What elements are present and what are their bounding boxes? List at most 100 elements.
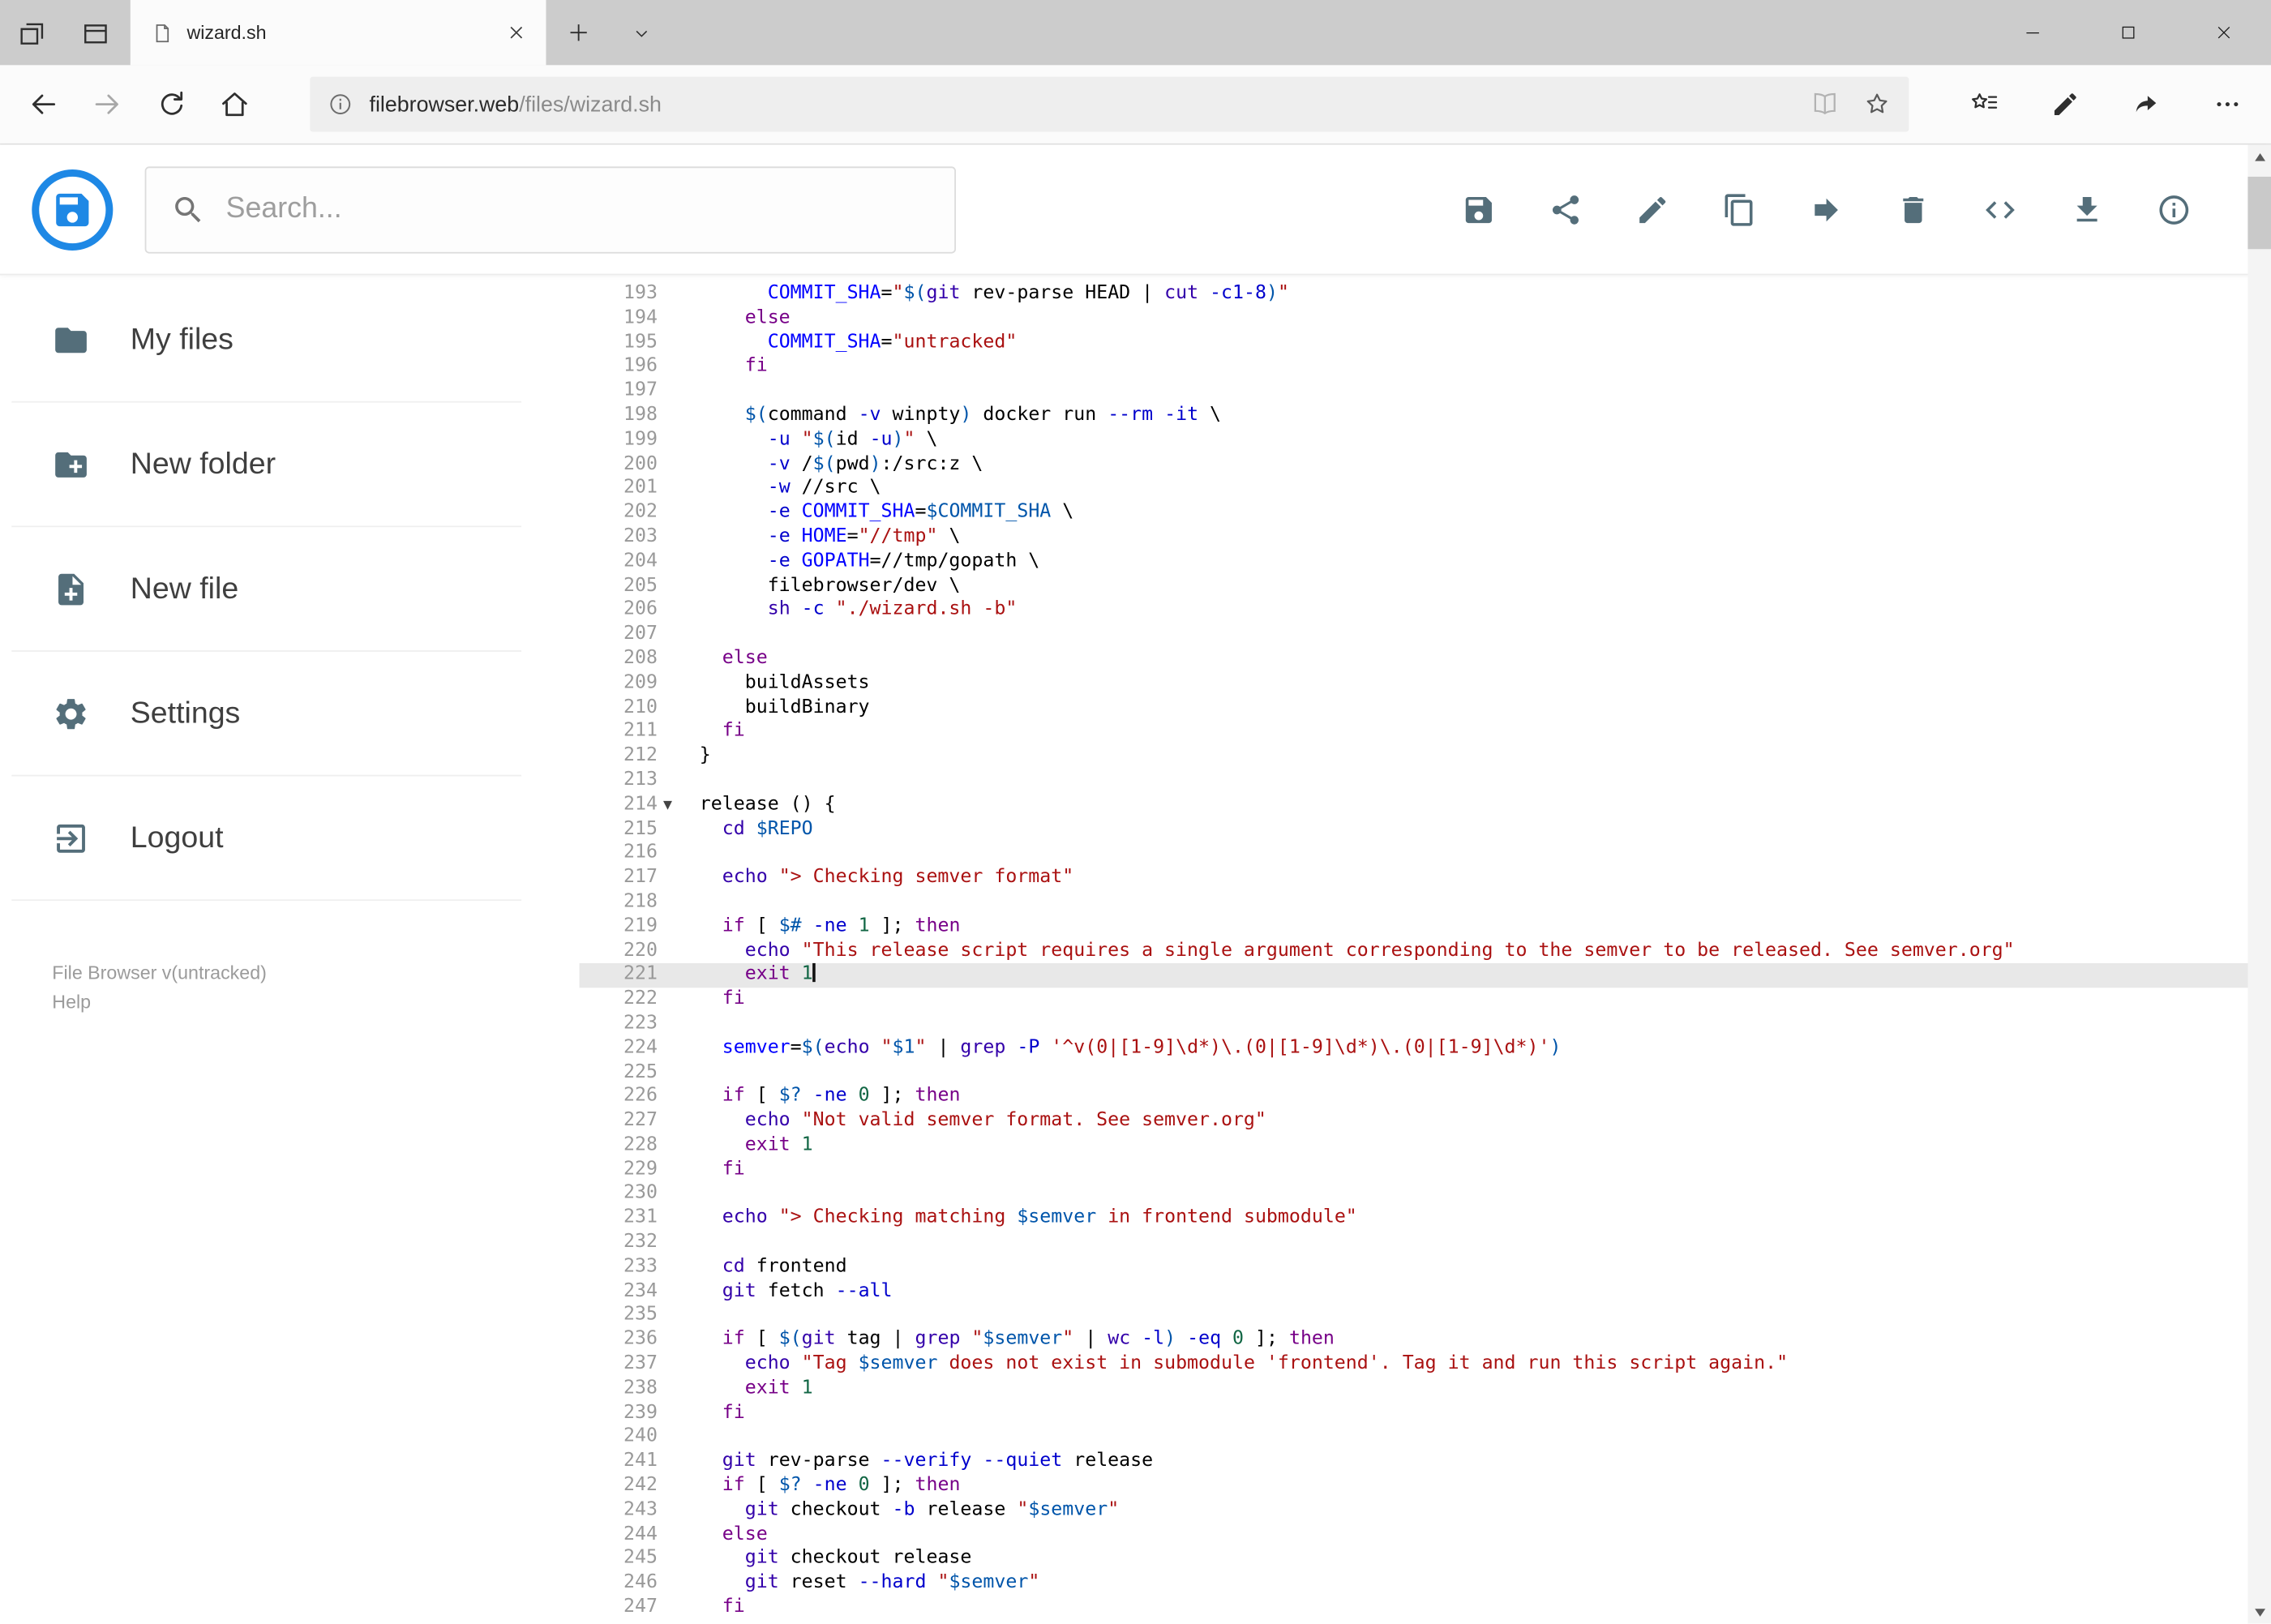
browser-tab[interactable]: wizard.sh	[130, 0, 546, 66]
code-line[interactable]: 235	[580, 1305, 2271, 1329]
more-options-button[interactable]	[2196, 72, 2260, 136]
code-line[interactable]: 247 fi	[580, 1596, 2271, 1621]
code-line[interactable]: 240	[580, 1426, 2271, 1450]
code-line[interactable]: 226 if [ $? -ne 0 ]; then	[580, 1086, 2271, 1110]
search-input[interactable]	[225, 192, 930, 226]
code-line[interactable]: 230	[580, 1183, 2271, 1207]
scroll-up-button[interactable]	[2247, 145, 2271, 169]
close-window-button[interactable]	[2175, 0, 2271, 65]
share-page-button[interactable]	[2115, 72, 2179, 136]
code-line[interactable]: 222 fi	[580, 988, 2271, 1012]
code-line[interactable]: 214 ▼ release () {	[580, 793, 2271, 817]
code-line[interactable]: 237 echo "Tag $semver does not exist in …	[580, 1353, 2271, 1378]
code-line[interactable]: 236 if [ $(git tag | grep "$semver" | wc…	[580, 1329, 2271, 1353]
sidebar-item-my-files[interactable]: My files	[11, 278, 522, 403]
favorite-star-button[interactable]	[1862, 90, 1892, 119]
code-line[interactable]: 218	[580, 890, 2271, 915]
code-line[interactable]: 198 $(command -v winpty) docker run --rm…	[580, 404, 2271, 428]
code-line[interactable]: 220 echo "This release script requires a…	[580, 939, 2271, 963]
address-bar[interactable]: filebrowser.web/files/wizard.sh	[310, 76, 1909, 132]
code-line[interactable]: 199 -u "$(id -u)" \	[580, 428, 2271, 452]
code-line[interactable]: 217 echo "> Checking semver format"	[580, 866, 2271, 890]
code-line[interactable]: 238 exit 1	[580, 1378, 2271, 1402]
copy-button[interactable]	[1722, 192, 1757, 227]
edit-button[interactable]	[1635, 192, 1670, 227]
code-line[interactable]: 210 buildBinary	[580, 696, 2271, 720]
code-line[interactable]: 231 echo "> Checking matching $semver in…	[580, 1207, 2271, 1232]
code-line[interactable]: 200 -v /$(pwd):/src:z \	[580, 452, 2271, 477]
code-line[interactable]: 244 else	[580, 1523, 2271, 1548]
reading-view-button[interactable]	[1810, 90, 1840, 119]
code-line[interactable]: 202 -e COMMIT_SHA=$COMMIT_SHA \	[580, 501, 2271, 525]
code-line[interactable]: 229 fi	[580, 1159, 2271, 1183]
refresh-button[interactable]	[139, 72, 203, 136]
move-button[interactable]	[1809, 192, 1844, 227]
search-box[interactable]	[144, 165, 956, 253]
code-line[interactable]: 207	[580, 623, 2271, 647]
code-line[interactable]: 213	[580, 769, 2271, 793]
save-button[interactable]	[1461, 192, 1496, 227]
code-line[interactable]: 228 exit 1	[580, 1134, 2271, 1159]
code-line[interactable]: 225	[580, 1061, 2271, 1086]
code-line[interactable]: 211 fi	[580, 720, 2271, 744]
code-line[interactable]: 233 cd frontend	[580, 1256, 2271, 1280]
code-line[interactable]: 196 fi	[580, 355, 2271, 379]
code-line[interactable]: 195 COMMIT_SHA="untracked"	[580, 331, 2271, 355]
code-line[interactable]: 212}	[580, 744, 2271, 769]
back-button[interactable]	[11, 72, 75, 136]
site-info-icon[interactable]	[328, 92, 354, 118]
code-view-button[interactable]	[1983, 192, 2018, 227]
help-link[interactable]: Help	[52, 988, 579, 1017]
page-scrollbar[interactable]	[2247, 144, 2271, 1624]
code-line[interactable]: 223	[580, 1012, 2271, 1036]
code-line[interactable]: 221 exit 1	[579, 963, 2271, 988]
code-line[interactable]: 239 fi	[580, 1402, 2271, 1426]
code-line[interactable]: 203 -e HOME="//tmp" \	[580, 525, 2271, 550]
fold-marker-icon[interactable]: ▼	[658, 793, 678, 817]
code-line[interactable]: 216	[580, 842, 2271, 866]
code-line[interactable]: 224 semver=$(echo "$1" | grep -P '^v(0|[…	[580, 1036, 2271, 1061]
code-line[interactable]: 241 git rev-parse --verify --quiet relea…	[580, 1450, 2271, 1475]
new-tab-button[interactable]	[546, 0, 610, 65]
filebrowser-logo[interactable]	[32, 169, 114, 251]
tab-close-button[interactable]	[497, 14, 534, 51]
code-line[interactable]: 245 git checkout release	[580, 1548, 2271, 1572]
code-line[interactable]: 194 else	[580, 306, 2271, 331]
code-line[interactable]: 227 echo "Not valid semver format. See s…	[580, 1110, 2271, 1134]
maximize-button[interactable]	[2080, 0, 2175, 65]
sidebar-item-settings[interactable]: Settings	[11, 652, 522, 777]
code-line[interactable]: 197	[580, 379, 2271, 404]
code-line[interactable]: 206 sh -c "./wizard.sh -b"	[580, 598, 2271, 623]
hub-favorites-button[interactable]	[1952, 72, 2016, 136]
scrollbar-thumb[interactable]	[2247, 176, 2271, 250]
code-line[interactable]: 232	[580, 1232, 2271, 1256]
sidebar-item-logout[interactable]: Logout	[11, 776, 522, 902]
code-line[interactable]: 242 if [ $? -ne 0 ]; then	[580, 1475, 2271, 1499]
code-line[interactable]: 209 buildAssets	[580, 671, 2271, 696]
code-line[interactable]: 208 else	[580, 647, 2271, 671]
delete-button[interactable]	[1896, 192, 1930, 227]
code-line[interactable]: 193 COMMIT_SHA="$(git rev-parse HEAD | c…	[580, 282, 2271, 306]
set-tabs-aside-button[interactable]	[0, 0, 64, 65]
code-line[interactable]: 204 -e GOPATH=//tmp/gopath \	[580, 550, 2271, 574]
code-line[interactable]: 243 git checkout -b release "$semver"	[580, 1499, 2271, 1523]
minimize-button[interactable]	[1984, 0, 2080, 65]
home-button[interactable]	[203, 72, 267, 136]
share-button[interactable]	[1549, 192, 1583, 227]
sidebar-item-new-folder[interactable]: New folder	[11, 403, 522, 528]
tabs-set-aside-button[interactable]	[64, 0, 128, 65]
code-editor[interactable]: 193 COMMIT_SHA="$(git rev-parse HEAD | c…	[579, 275, 2271, 1623]
code-line[interactable]: 215 cd $REPO	[580, 817, 2271, 842]
scroll-down-button[interactable]	[2247, 1600, 2271, 1624]
annotate-button[interactable]	[2033, 72, 2097, 136]
info-button[interactable]	[2157, 192, 2192, 227]
code-line[interactable]: 201 -w //src \	[580, 477, 2271, 501]
forward-button[interactable]	[75, 72, 139, 136]
code-line[interactable]: 219 if [ $# -ne 1 ]; then	[580, 915, 2271, 939]
download-button[interactable]	[2070, 192, 2105, 227]
tab-menu-button[interactable]	[610, 0, 674, 65]
code-line[interactable]: 234 git fetch --all	[580, 1280, 2271, 1305]
sidebar-item-new-file[interactable]: New file	[11, 527, 522, 652]
code-line[interactable]: 246 git reset --hard "$semver"	[580, 1572, 2271, 1596]
code-line[interactable]: 205 filebrowser/dev \	[580, 574, 2271, 598]
